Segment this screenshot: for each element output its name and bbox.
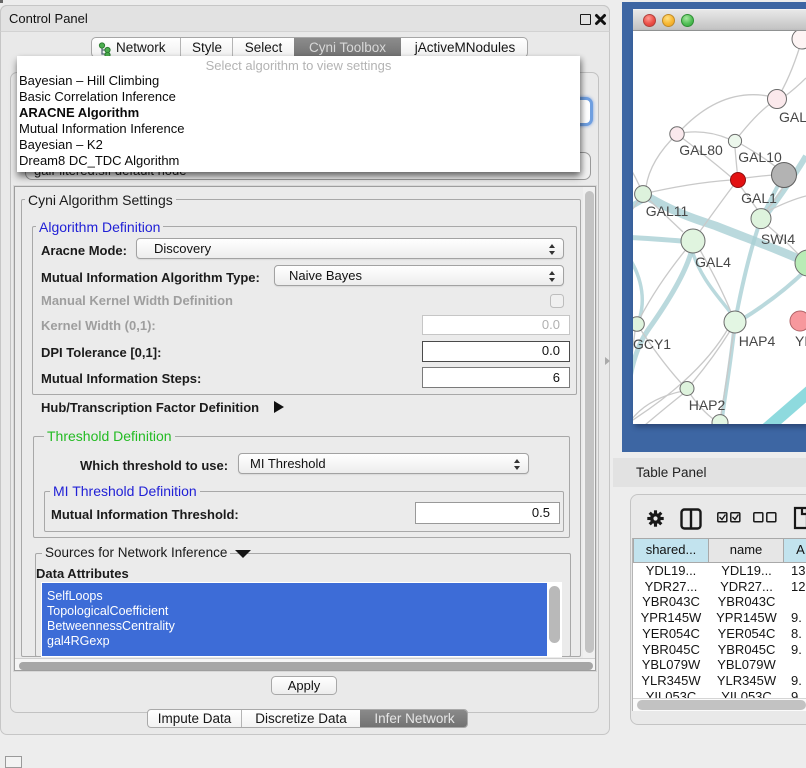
svg-text:YEL0: YEL0 bbox=[795, 333, 806, 349]
svg-text:GAL11: GAL11 bbox=[646, 203, 689, 219]
svg-text:GAL1: GAL1 bbox=[741, 190, 777, 206]
svg-text:SWI4: SWI4 bbox=[761, 231, 795, 247]
svg-text:GAL4: GAL4 bbox=[695, 254, 731, 270]
svg-text:GAL2: GAL2 bbox=[779, 109, 806, 125]
svg-text:GAL80: GAL80 bbox=[679, 142, 723, 158]
svg-text:HAP2: HAP2 bbox=[689, 397, 726, 413]
svg-text:GCY1: GCY1 bbox=[633, 336, 671, 352]
svg-text:HAP4: HAP4 bbox=[739, 333, 776, 349]
svg-text:GAL10: GAL10 bbox=[738, 149, 782, 165]
